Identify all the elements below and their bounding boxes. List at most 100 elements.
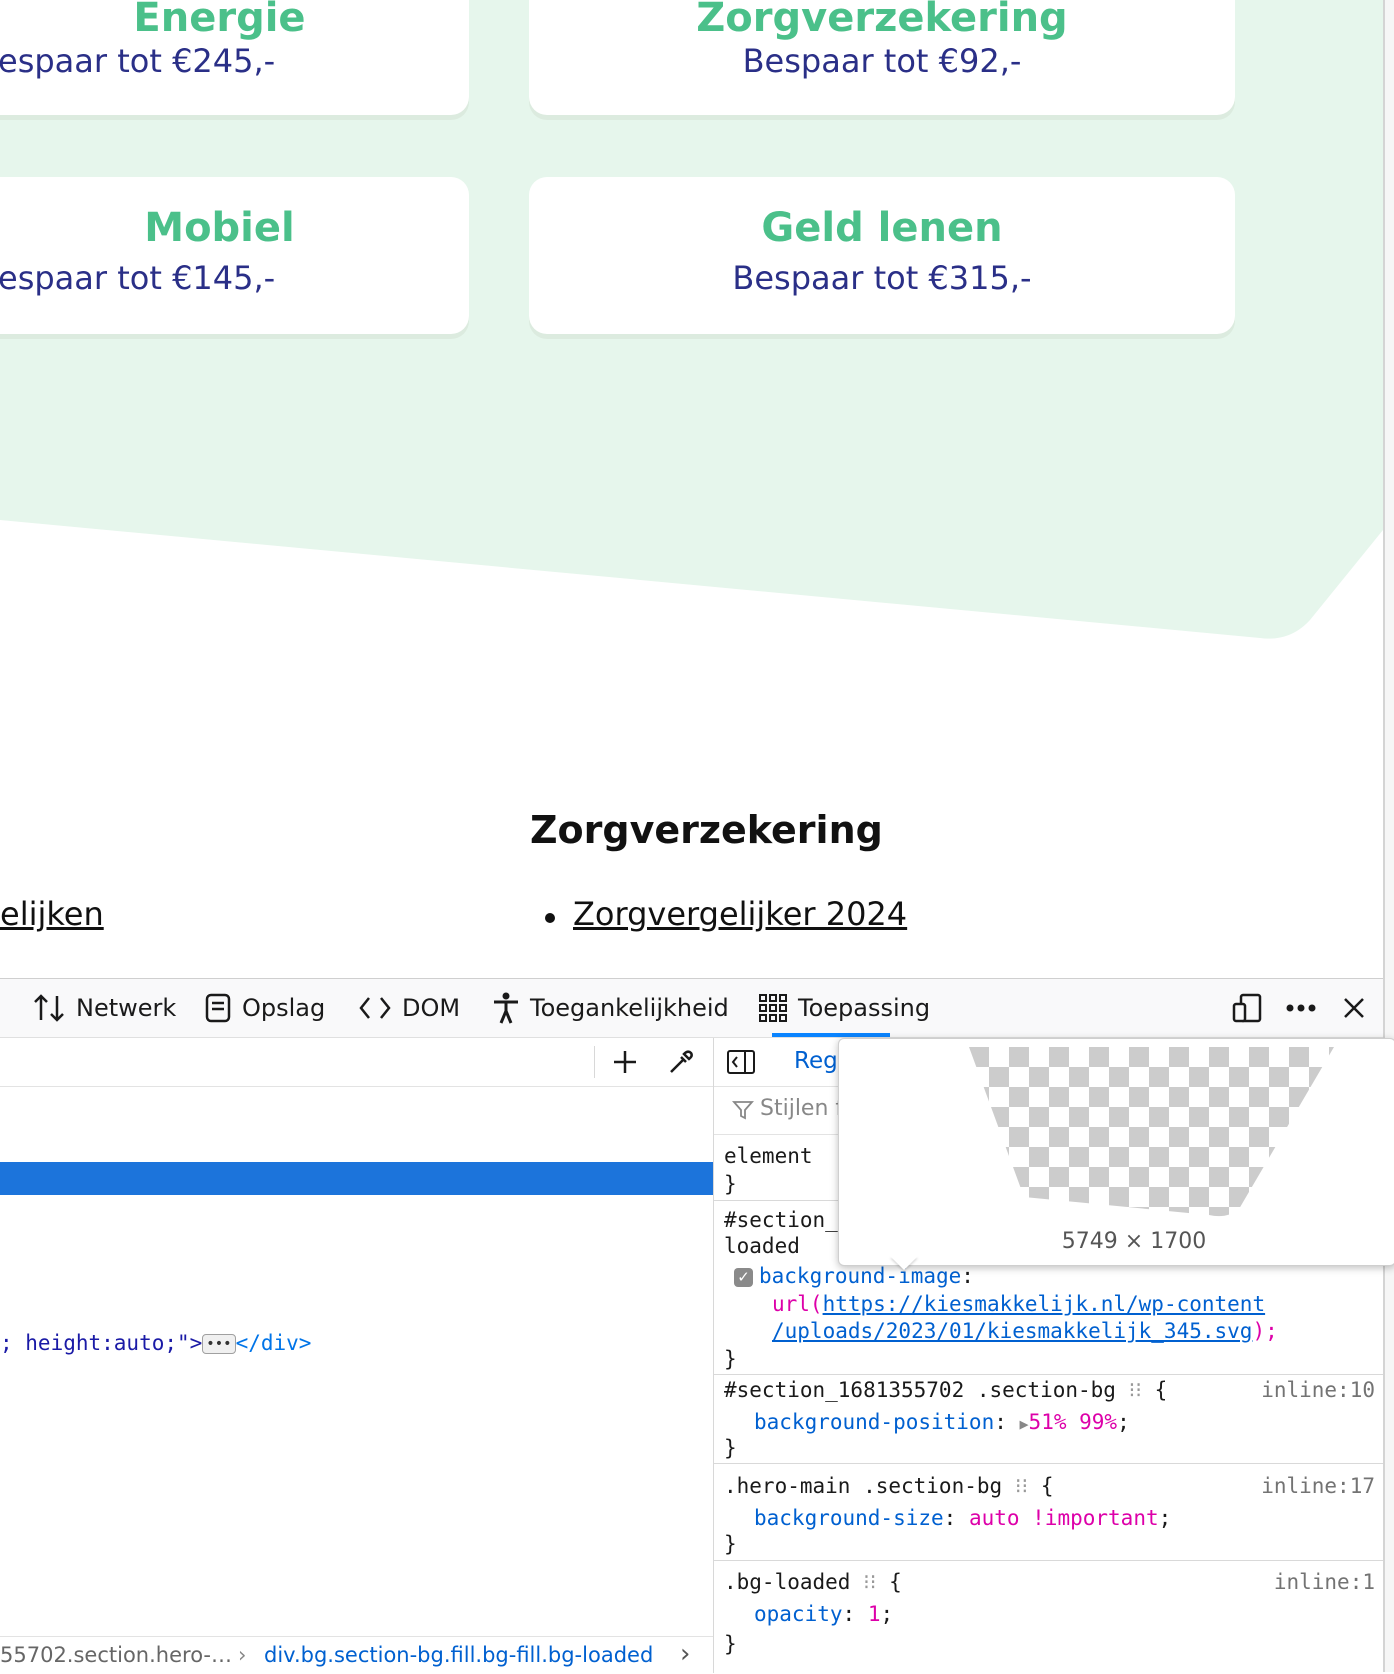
responsive-design-button[interactable] <box>1230 991 1264 1025</box>
rule-source-link[interactable]: inline:10 <box>1261 1378 1375 1402</box>
markup-toolbar <box>0 1038 713 1087</box>
property-value: 51% 99% <box>1028 1410 1118 1434</box>
breadcrumb-item-current[interactable]: div.bg.section-bg.fill.bg-fill.bg-loaded <box>264 1643 653 1667</box>
ellipsis-icon <box>1286 1004 1316 1012</box>
declaration-bg-size[interactable]: background-size: auto !important; <box>754 1506 1171 1530</box>
tab-toegankelijkheid[interactable]: Toegankelijkheid <box>492 979 729 1037</box>
card-energie[interactable]: Energie espaar tot €245,- <box>0 0 469 115</box>
rule-brace: } <box>724 1347 737 1371</box>
selector: loaded <box>724 1234 800 1258</box>
grid-icon: ⁝⁝ <box>863 1570 877 1594</box>
tab-netwerk[interactable]: Netwerk <box>32 979 176 1037</box>
rule-brace: } <box>724 1436 737 1460</box>
rule-brace: } <box>724 1172 737 1196</box>
eyedropper-icon <box>670 1050 693 1073</box>
application-icon <box>759 994 787 1022</box>
network-icon <box>34 994 64 1022</box>
close-devtools-button[interactable] <box>1337 991 1371 1025</box>
card-geld-lenen[interactable]: Geld lenen Bespaar tot €315,- <box>529 177 1235 334</box>
selector: #section_ <box>724 1208 838 1232</box>
rule-divider <box>714 1374 1383 1375</box>
declaration-checkbox[interactable]: ✓ <box>734 1267 753 1287</box>
plus-icon <box>614 1051 636 1073</box>
tab-label: DOM <box>402 994 461 1022</box>
toolbar-divider <box>594 1046 595 1078</box>
expand-triangle-icon[interactable]: ▶ <box>1020 1415 1029 1433</box>
tab-regels[interactable]: Reg <box>794 1048 838 1074</box>
tab-toepassing[interactable]: Toepassing <box>758 979 930 1037</box>
rule-selector-3: .hero-main .section-bg ⁝⁝ { <box>724 1474 1054 1498</box>
markup-view: ; height:auto;"> ••• </div> 55702.section.… <box>0 1038 714 1673</box>
rule-brace: } <box>724 1532 737 1556</box>
rule-section-selector-cont: loaded <box>724 1234 800 1258</box>
grid-icon: ⁝⁝ <box>1128 1378 1142 1402</box>
web-page: Energie espaar tot €245,- Zorgverzekerin… <box>0 0 1383 978</box>
tab-label: Toepassing <box>798 994 931 1022</box>
grid-icon: ⁝⁝ <box>1014 1474 1029 1498</box>
more-options-button[interactable] <box>1284 991 1318 1025</box>
devtools-tabbar: Netwerk Opslag DOM Toegankelijkheid Toep… <box>0 979 1383 1038</box>
filter-placeholder: Stijlen f <box>760 1096 844 1121</box>
chevron-right-icon: › <box>680 1639 691 1669</box>
toggle-sidebar-button[interactable] <box>724 1045 758 1079</box>
card-title: Energie <box>133 0 306 41</box>
rule-divider <box>714 1463 1383 1464</box>
card-subtitle: espaar tot €145,- <box>0 259 276 297</box>
link-zorgvergelijker[interactable]: Zorgvergelijker 2024 <box>573 895 907 933</box>
chevron-right-icon: › <box>238 1643 247 1667</box>
url-link[interactable]: https://kiesmakkelijk.nl/wp-content <box>823 1292 1266 1316</box>
tab-label: Opslag <box>242 994 326 1022</box>
markup-code-line[interactable]: ; height:auto;"> ••• </div> <box>0 1331 311 1355</box>
rule-source-link[interactable]: inline:17 <box>1261 1474 1375 1498</box>
right-scroll-strip <box>1383 0 1394 1672</box>
card-title: Geld lenen <box>761 205 1003 251</box>
eyedropper-button[interactable] <box>664 1045 698 1079</box>
collapsed-children-button[interactable]: ••• <box>202 1334 236 1354</box>
selected-node-row[interactable] <box>0 1162 713 1195</box>
card-mobiel[interactable]: Mobiel espaar tot €145,- <box>0 177 469 334</box>
declaration-url-line2: /uploads/2023/01/kiesmakkelijk_345.svg); <box>772 1319 1278 1343</box>
card-zorgverzekering[interactable]: Zorgverzekering Bespaar tot €92,- <box>529 0 1235 115</box>
add-node-button[interactable] <box>608 1045 642 1079</box>
tab-dom[interactable]: DOM <box>358 979 460 1037</box>
declaration-bg-position[interactable]: background-position: ▶51% 99%; <box>754 1410 1130 1434</box>
card-title: Zorgverzekering <box>696 0 1068 41</box>
selector: .hero-main .section-bg <box>724 1474 1003 1498</box>
rule-element: element <box>724 1144 813 1168</box>
breadcrumb: 55702.section.hero-… › div.bg.section-bg… <box>0 1636 713 1674</box>
link-vergelijken[interactable]: elijken <box>0 895 104 933</box>
tab-active-indicator <box>772 1033 890 1037</box>
property-name: background-image <box>759 1264 962 1288</box>
close-tag: </div> <box>235 1331 312 1355</box>
property-value: auto !important <box>968 1506 1159 1530</box>
image-preview-tooltip: 5749 × 1700 <box>838 1038 1394 1266</box>
breadcrumb-item[interactable]: 55702.section.hero-… <box>0 1643 232 1667</box>
accessibility-icon <box>494 992 518 1024</box>
rule-source-link[interactable]: inline:1 <box>1274 1570 1375 1594</box>
card-subtitle: espaar tot €245,- <box>0 42 276 80</box>
url-link[interactable]: /uploads/2023/01/kiesmakkelijk_345.svg <box>772 1319 1252 1343</box>
sidebar-toggle-icon <box>727 1050 755 1074</box>
section-heading: Zorgverzekering <box>530 808 883 852</box>
rule-divider <box>714 1560 1383 1561</box>
card-subtitle: Bespaar tot €315,- <box>732 259 1032 297</box>
declaration-bg-image[interactable]: ✓ background-image: <box>734 1264 974 1288</box>
attr-fragment: ; height:auto;"> <box>0 1331 203 1355</box>
rule-selector-4: .bg-loaded ⁝⁝ { <box>724 1570 902 1594</box>
url-function: url( <box>772 1292 823 1316</box>
close-icon <box>1344 998 1364 1018</box>
property-name: opacity <box>754 1602 843 1626</box>
rule-selector-2: #section_1681355702 .section-bg ⁝⁝ { <box>724 1378 1168 1402</box>
image-dimensions: 5749 × 1700 <box>1061 1229 1207 1254</box>
declaration-opacity[interactable]: opacity: 1; <box>754 1602 893 1626</box>
declaration-url-line1: url(https://kiesmakkelijk.nl/wp-content <box>772 1292 1265 1316</box>
dom-icon <box>359 997 391 1019</box>
filter-icon <box>732 1101 754 1120</box>
card-subtitle: Bespaar tot €92,- <box>742 42 1022 80</box>
property-value: 1 <box>867 1602 881 1626</box>
tooltip-arrow <box>890 1256 918 1270</box>
tab-opslag[interactable]: Opslag <box>204 979 325 1037</box>
property-name: background-position <box>754 1410 995 1434</box>
selector: .bg-loaded <box>724 1570 851 1594</box>
responsive-mode-icon <box>1232 993 1262 1023</box>
